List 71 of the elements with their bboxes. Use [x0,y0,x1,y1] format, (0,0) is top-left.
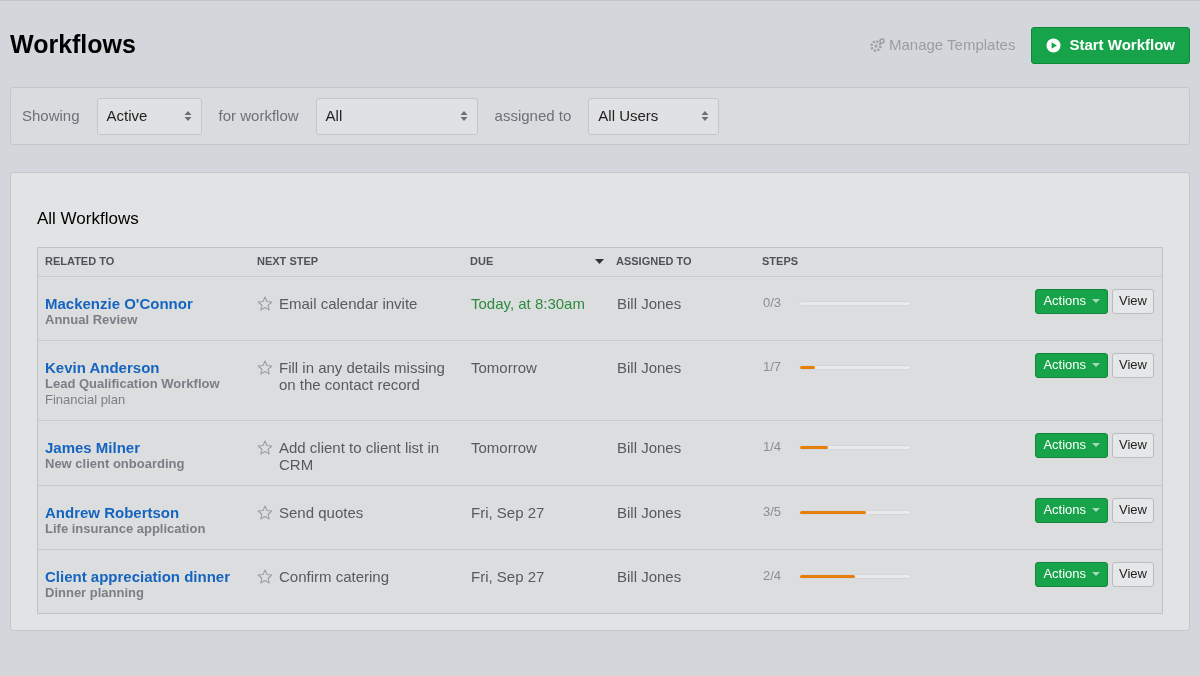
actions-dropdown-button[interactable]: Actions [1035,561,1109,587]
workflow-name: New client onboarding [45,455,186,472]
view-button[interactable]: View [1112,352,1154,378]
start-workflow-button[interactable]: Start Workflow [1031,26,1190,64]
column-header: DUE [470,254,494,270]
column-header: STEPS [762,254,799,270]
sort-arrows-icon [459,110,468,122]
assignee-name: Bill Jones [616,567,683,585]
contact-link[interactable]: James Milner [45,438,251,456]
caret-icon [1092,299,1101,303]
workflow-note: Financial plan [45,391,127,408]
assignee-name: Bill Jones [616,294,683,312]
filter-label: assigned to [494,105,572,126]
contact-link[interactable]: Mackenzie O'Connor [45,294,251,312]
page-title: Workflows [10,29,136,61]
caret-icon [1092,363,1101,367]
caret-icon [1092,508,1101,512]
actions-dropdown-button[interactable]: Actions [1035,432,1109,458]
actions-dropdown-button[interactable]: Actions [1035,497,1109,523]
steps-count: 1/4 [763,438,782,457]
column-header: NEXT STEP [257,254,319,270]
steps-count: 0/3 [763,294,782,313]
view-button[interactable]: View [1112,561,1154,587]
star-icon[interactable] [257,504,273,520]
steps-count: 3/5 [763,503,782,522]
next-step-text: Email calendar invite [279,294,418,312]
view-button[interactable]: View [1112,497,1154,523]
next-step-text: Confirm catering [279,567,390,585]
view-button[interactable]: View [1112,432,1154,458]
workflow-name: Life insurance application [45,520,207,537]
workflow-name: Annual Review [45,311,139,328]
filter-select[interactable]: All [315,97,478,135]
due-date: Today, at 8:30am [470,294,586,312]
due-date: Fri, Sep 27 [470,567,546,585]
filter-select[interactable]: Active [96,97,202,135]
gear-icon [869,38,885,52]
actions-dropdown-button[interactable]: Actions [1035,288,1109,314]
due-date: Fri, Sep 27 [470,503,546,521]
star-icon[interactable] [257,439,273,455]
star-icon[interactable] [257,295,273,311]
star-icon[interactable] [257,359,273,375]
filter-select[interactable]: All Users [588,97,720,135]
sort-arrows-icon [183,110,192,122]
steps-count: 1/7 [763,358,782,377]
caret-icon [1092,443,1101,447]
due-date: Tomorrow [470,438,538,456]
actions-dropdown-button[interactable]: Actions [1035,352,1109,378]
filter-label: for workflow [218,105,299,126]
caret-icon [1092,572,1101,576]
contact-link[interactable]: Kevin Anderson [45,358,251,376]
assignee-name: Bill Jones [616,438,683,456]
column-header: ASSIGNED TO [616,254,692,270]
workflow-name: Lead Qualification Workflow [45,375,221,392]
column-header: RELATED TO [45,254,115,270]
sort-caret-icon[interactable] [595,259,604,264]
assignee-name: Bill Jones [616,358,683,376]
workflow-name: Dinner planning [45,584,144,601]
next-step-text: Add client to client list in CRM [279,438,441,473]
star-icon[interactable] [257,568,273,584]
steps-count: 2/4 [763,567,782,586]
next-step-text: Send quotes [279,503,364,521]
next-step-text: Fill in any details missing on the contact record [279,358,446,393]
play-icon [1046,37,1062,53]
sort-arrows-icon [701,110,710,122]
filter-label: Showing [22,105,80,126]
contact-link[interactable]: Client appreciation dinner [45,567,251,585]
panel-title: All Workflows [37,208,140,230]
assignee-name: Bill Jones [616,503,683,521]
due-date: Tomorrow [470,358,538,376]
view-button[interactable]: View [1112,288,1154,314]
contact-link[interactable]: Andrew Robertson [45,503,251,521]
